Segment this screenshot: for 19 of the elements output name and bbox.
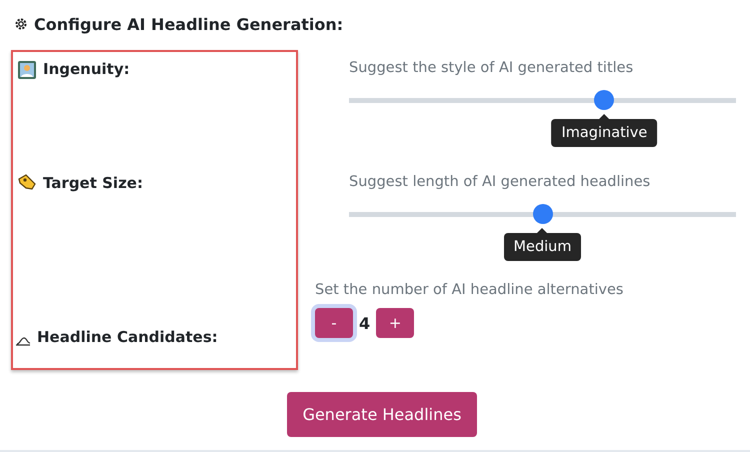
- decrement-button[interactable]: -: [315, 308, 353, 338]
- slider-thumb[interactable]: [532, 204, 552, 224]
- value-tooltip: Medium: [504, 233, 582, 261]
- tooltip-pointer: [599, 114, 610, 119]
- value-tooltip: Imaginative: [552, 119, 658, 147]
- increment-button[interactable]: +: [376, 308, 414, 338]
- tooltip-pointer: [538, 228, 548, 233]
- slider-thumb[interactable]: [594, 90, 614, 110]
- settings-icon: [14, 17, 28, 31]
- setting-label: Ingenuity:: [43, 60, 130, 78]
- generate-button[interactable]: Generate Headlines: [286, 392, 478, 437]
- setting-label: Target Size:: [43, 174, 143, 192]
- portrait-icon: [17, 60, 37, 80]
- setting-description: Suggest the style of AI generated titles: [349, 60, 634, 76]
- setting-description: Set the number of AI headline alternatives: [315, 282, 624, 298]
- section-heading: Configure AI Headline Generation:: [34, 14, 344, 34]
- setting-description: Suggest length of AI generated headlines: [349, 174, 652, 190]
- setting-label: Headline Candidates:: [37, 328, 218, 346]
- candidate-count: 4: [359, 314, 370, 332]
